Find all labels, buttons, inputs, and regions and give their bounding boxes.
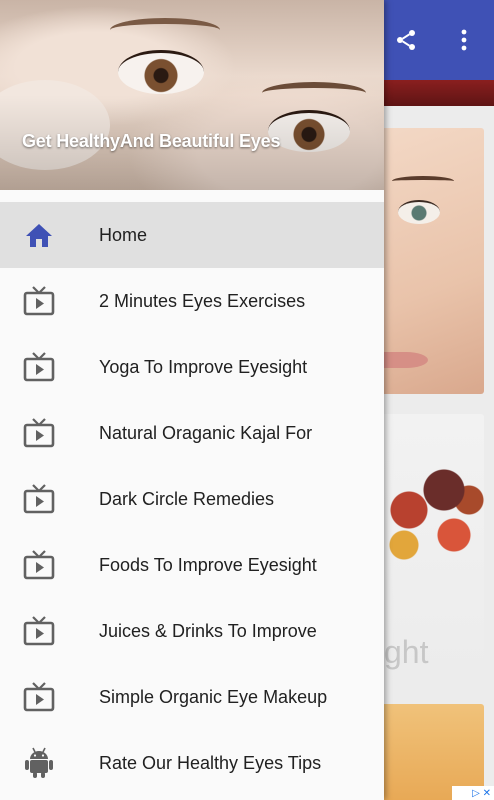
menu-item-label: 2 Minutes Eyes Exercises: [99, 290, 306, 311]
menu-item-label: Home: [99, 224, 148, 245]
menu-item-rate[interactable]: Rate Our Healthy Eyes Tips: [0, 730, 384, 796]
share-icon[interactable]: [390, 24, 422, 56]
menu-item-label: Dark Circle Remedies: [99, 488, 275, 509]
menu-item-label: Natural Oraganic Kajal For: [99, 422, 313, 443]
menu-item-label: Simple Organic Eye Makeup: [99, 686, 328, 707]
menu-item-home[interactable]: Home: [0, 202, 384, 268]
android-icon: [23, 747, 55, 779]
menu-item-dark-circle[interactable]: Dark Circle Remedies: [0, 466, 384, 532]
menu-item-label: Rate Our Healthy Eyes Tips: [99, 752, 322, 773]
menu-item-label: Foods To Improve Eyesight: [99, 554, 317, 575]
menu-item-label: Juices & Drinks To Improve: [99, 620, 317, 641]
home-icon: [23, 219, 55, 251]
menu-item-kajal[interactable]: Natural Oraganic Kajal For: [0, 400, 384, 466]
drawer-header: Get HealthyAnd Beautiful Eyes: [0, 0, 384, 190]
drawer-menu: Home 2 Minutes Eyes Exercises Yoga To Im…: [0, 202, 384, 796]
more-options-icon[interactable]: [448, 24, 480, 56]
tv-icon: [23, 483, 55, 515]
menu-item-juices[interactable]: Juices & Drinks To Improve: [0, 598, 384, 664]
tv-icon: [23, 417, 55, 449]
tv-icon: [23, 615, 55, 647]
card-foods-image[interactable]: ght: [384, 414, 484, 682]
menu-item-foods[interactable]: Foods To Improve Eyesight: [0, 532, 384, 598]
tv-icon: [23, 285, 55, 317]
navigation-drawer: Get HealthyAnd Beautiful Eyes Home 2 Min…: [0, 0, 384, 800]
tv-icon: [23, 681, 55, 713]
menu-item-yoga[interactable]: Yoga To Improve Eyesight: [0, 334, 384, 400]
card-title-fragment: ght: [384, 634, 429, 670]
drawer-header-title: Get HealthyAnd Beautiful Eyes: [22, 131, 281, 151]
tv-icon: [23, 549, 55, 581]
menu-item-label: Yoga To Improve Eyesight: [99, 356, 308, 377]
card-face-image[interactable]: [384, 128, 484, 394]
top-card-image[interactable]: [384, 80, 494, 106]
menu-item-makeup[interactable]: Simple Organic Eye Makeup: [0, 664, 384, 730]
menu-item-eye-exercises[interactable]: 2 Minutes Eyes Exercises: [0, 268, 384, 334]
ad-choices-badge[interactable]: ▷ ✕: [452, 786, 494, 800]
tv-icon: [23, 351, 55, 383]
